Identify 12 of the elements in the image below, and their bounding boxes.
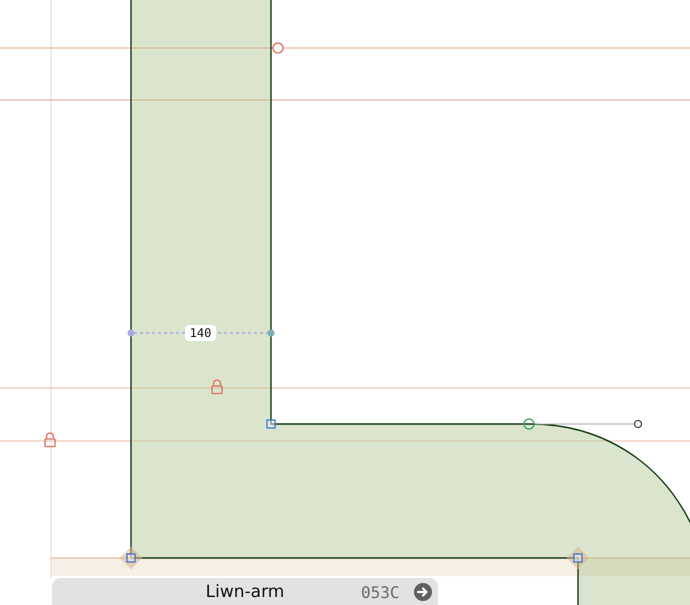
corner-node[interactable] [126,553,136,563]
lock-icon[interactable] [44,432,56,448]
lock-icon[interactable] [211,379,223,394]
smooth-node[interactable] [523,418,535,430]
measurement-label: 140 [185,325,216,341]
corner-node[interactable] [573,553,583,563]
glyph-name-label[interactable]: Liwn-arm [202,582,288,603]
corner-node[interactable] [266,419,276,429]
arrow-right-circle-icon[interactable] [414,583,432,601]
handle-point[interactable] [634,420,642,428]
guide-handle[interactable] [272,42,284,54]
unicode-label: 053C [361,582,400,603]
